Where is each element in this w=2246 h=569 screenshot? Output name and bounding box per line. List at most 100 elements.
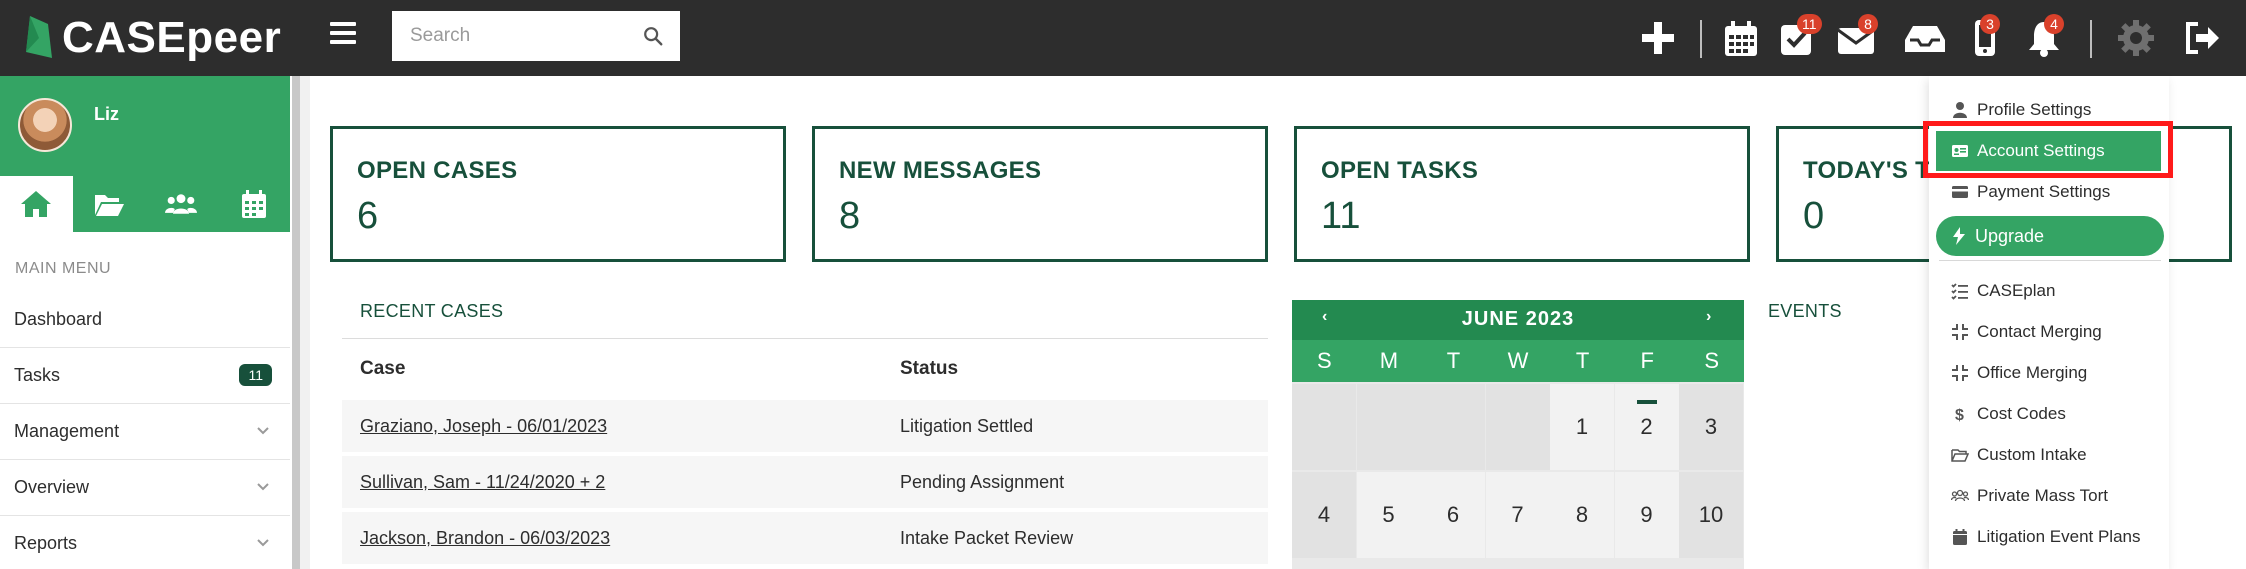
phone-button[interactable]: 3 xyxy=(1970,14,2000,58)
sidebar-item-dashboard[interactable]: Dashboard xyxy=(0,292,290,348)
recent-cases-title: RECENT CASES xyxy=(360,301,504,321)
search-icon[interactable] xyxy=(642,25,664,47)
weekday-label: T xyxy=(1575,348,1590,373)
search-input[interactable] xyxy=(392,11,632,61)
events-title: EVENTS xyxy=(1768,301,1842,321)
hamburger-menu-icon[interactable] xyxy=(330,22,356,46)
case-status: Litigation Settled xyxy=(900,416,1034,436)
menu-item-payment-settings[interactable]: Payment Settings xyxy=(1929,172,2169,212)
menu-item-caseplan[interactable]: CASEplan xyxy=(1929,271,2169,311)
menu-item-account-settings[interactable]: Account Settings xyxy=(1936,131,2161,171)
menu-item-label: Profile Settings xyxy=(1977,100,2092,119)
sidebar-item-management[interactable]: Management xyxy=(0,404,290,460)
calendar-header: ‹ JUNE 2023 › xyxy=(1292,300,1744,340)
merge-arrows-icon xyxy=(1952,365,1968,381)
weekday-label: T xyxy=(1446,348,1461,373)
calendar-day[interactable]: 9 xyxy=(1614,472,1679,558)
calendar-day[interactable]: 6 xyxy=(1421,472,1485,558)
column-header-case: Case xyxy=(360,358,406,379)
calendar-day[interactable]: 8 xyxy=(1550,472,1614,558)
sidebar-gutter xyxy=(300,76,310,569)
folder-open-icon xyxy=(1951,449,1969,462)
menu-item-cost-codes[interactable]: $ Cost Codes xyxy=(1929,394,2169,434)
menu-item-contact-merging[interactable]: Contact Merging xyxy=(1929,312,2169,352)
sidebar-tab-home[interactable] xyxy=(0,176,73,232)
sidebar-tab-cases[interactable] xyxy=(73,176,146,232)
menu-item-profile-settings[interactable]: Profile Settings xyxy=(1929,90,2169,130)
sidebar-scrollbar[interactable] xyxy=(292,76,300,569)
stat-title: NEW MESSAGES xyxy=(839,157,1042,184)
menu-item-custom-intake[interactable]: Custom Intake xyxy=(1929,435,2169,475)
menu-item-label: CASEplan xyxy=(1977,281,2056,300)
messages-badge: 8 xyxy=(1858,14,1878,34)
avatar[interactable] xyxy=(18,98,72,152)
logout-button[interactable] xyxy=(2182,18,2222,58)
calendar-day[interactable]: 5 xyxy=(1356,472,1421,558)
menu-item-office-merging[interactable]: Office Merging xyxy=(1929,353,2169,393)
calendar-day[interactable]: 4 xyxy=(1292,472,1356,558)
table-row[interactable]: Jackson, Brandon - 06/03/2023 Intake Pac… xyxy=(342,512,1268,564)
sidebar-tabs xyxy=(0,176,290,232)
case-link[interactable]: Graziano, Joseph - 06/01/2023 xyxy=(360,416,607,437)
weekday-label: W xyxy=(1507,348,1529,373)
stat-title: TODAY'S T xyxy=(1803,157,1931,184)
casepeer-logo[interactable]: CASEpeer xyxy=(22,8,281,68)
mini-calendar: ‹ JUNE 2023 › S M T W T F S 1 2 3 4 5 6 … xyxy=(1292,300,1744,569)
credit-card-icon xyxy=(1952,186,1968,198)
case-link[interactable]: Jackson, Brandon - 06/03/2023 xyxy=(360,528,610,549)
notifications-badge: 4 xyxy=(2044,14,2064,34)
top-navigation-bar: CASEpeer Search 11 8 3 4 xyxy=(0,0,2246,76)
upgrade-button[interactable]: Upgrade xyxy=(1936,216,2164,256)
sidebar-item-tasks[interactable]: Tasks 11 xyxy=(0,348,290,404)
sidebar-item-label: Overview xyxy=(14,477,90,497)
sidebar-tab-contacts[interactable] xyxy=(145,176,218,232)
notifications-button[interactable]: 4 xyxy=(2024,14,2064,58)
sidebar-item-overview[interactable]: Overview xyxy=(0,460,290,516)
checklist-icon xyxy=(1951,283,1968,300)
calendar-day-today[interactable]: 2 xyxy=(1614,384,1679,470)
sidebar-item-label: Tasks xyxy=(14,365,61,385)
table-row[interactable]: Sullivan, Sam - 11/24/2020 + 2 Pending A… xyxy=(342,456,1268,508)
case-status: Pending Assignment xyxy=(900,472,1065,492)
main-menu-heading: MAIN MENU xyxy=(15,260,112,277)
chevron-down-icon xyxy=(257,427,269,435)
menu-item-label: Custom Intake xyxy=(1977,445,2087,464)
stat-card-open-tasks[interactable]: OPEN TASKS 11 xyxy=(1294,126,1750,262)
menu-item-private-mass-tort[interactable]: Private Mass Tort xyxy=(1929,476,2169,516)
chevron-down-icon xyxy=(257,483,269,491)
menu-item-litigation-event-plans[interactable]: Litigation Event Plans xyxy=(1929,517,2169,557)
calendar-icon xyxy=(1725,21,1757,56)
table-row[interactable]: Graziano, Joseph - 06/01/2023 Litigation… xyxy=(342,400,1268,452)
calendar-day-empty xyxy=(1421,384,1485,470)
stat-value: 6 xyxy=(357,195,379,237)
case-link[interactable]: Sullivan, Sam - 11/24/2020 + 2 xyxy=(360,472,605,493)
stat-card-open-cases[interactable]: OPEN CASES 6 xyxy=(330,126,786,262)
merge-arrows-icon xyxy=(1952,324,1968,340)
calendar-button[interactable] xyxy=(1721,18,1761,58)
phone-badge: 3 xyxy=(1980,14,2000,34)
messages-button[interactable]: 8 xyxy=(1836,14,1878,58)
settings-button[interactable] xyxy=(2116,18,2156,58)
calendar-day[interactable]: 3 xyxy=(1679,384,1743,470)
calendar-day[interactable]: 10 xyxy=(1679,472,1743,558)
home-icon xyxy=(21,191,52,217)
menu-item-label: Cost Codes xyxy=(1977,404,2066,423)
sidebar-tab-calendar[interactable] xyxy=(218,176,291,232)
inbox-button[interactable] xyxy=(1902,18,1948,58)
calendar-next-button[interactable]: › xyxy=(1706,308,1711,326)
calendar-day[interactable]: 1 xyxy=(1550,384,1614,470)
calendar-day[interactable]: 7 xyxy=(1485,472,1550,558)
weekday-label: S xyxy=(1316,348,1332,373)
menu-item-label: Contact Merging xyxy=(1977,322,2102,341)
weekday-label: S xyxy=(1704,348,1720,373)
add-new-button[interactable] xyxy=(1638,18,1678,58)
stat-card-new-messages[interactable]: NEW MESSAGES 8 xyxy=(812,126,1268,262)
weekday-label: M xyxy=(1379,348,1399,373)
calendar-icon xyxy=(241,190,266,218)
menu-item-label: Office Merging xyxy=(1977,363,2088,382)
tasks-button[interactable]: 11 xyxy=(1777,14,1822,58)
sidebar-item-reports[interactable]: Reports xyxy=(0,516,290,569)
tasks-badge: 11 xyxy=(1797,14,1822,34)
user-name[interactable]: Liz xyxy=(94,104,119,125)
toolbar-divider xyxy=(2090,20,2092,58)
